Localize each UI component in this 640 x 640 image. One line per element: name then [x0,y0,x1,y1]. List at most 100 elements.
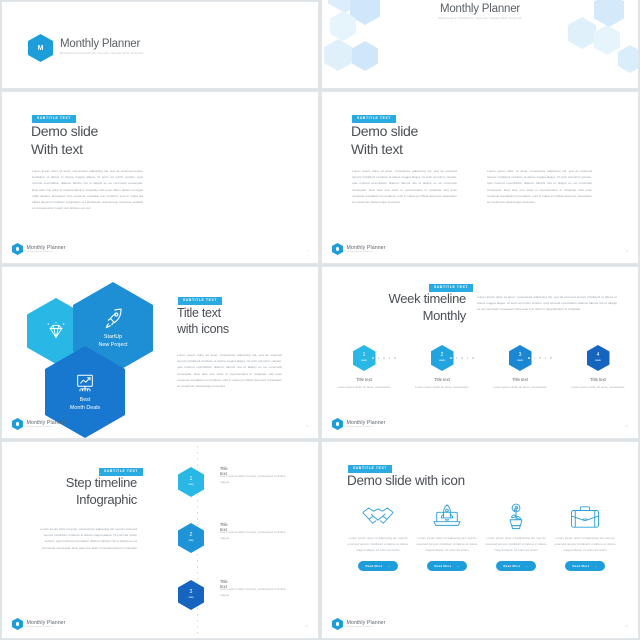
slide-week-timeline[interactable]: SUBTITLE TEXT Week timeline Monthly Lore… [321,266,639,439]
timeline-step[interactable]: 1 step Title text Lorem ipsum dolor sit … [178,466,286,497]
read-more-button[interactable]: Read More → [496,560,536,572]
step-unit: step [188,483,194,487]
lead-paragraph: Lorem ipsum dolor sit amet, consectetur … [477,295,617,312]
footer-logo-hexagon [12,618,23,630]
footer-brand-name: Monthly Planner [346,244,386,251]
cover-tagline: Multipurpose PowerPoint, Keynote, Google… [438,17,522,20]
hex-label-line-2: Month Deals [69,404,101,411]
step-number: 1 [189,476,193,483]
read-more-button[interactable]: Read More → [565,560,605,572]
button-label: Read More [503,564,521,569]
page-title: Week timeline Monthly [322,291,466,325]
footer-brand-name: Monthly Planner [346,619,386,626]
timeline-step[interactable]: 4 week Title text Lorem ipsum dolor sit … [560,345,636,390]
decorative-hexagon [594,25,620,55]
body-paragraph-right: Lorem ipsum dolor sit amet, consectetur … [487,169,592,205]
title-line-1: Step timeline [65,475,138,490]
timeline-step[interactable]: 2 step Title text Lorem ipsum dolor sit … [178,522,286,553]
body-paragraph: Lorem ipsum dolor sit amet, consectetur … [177,353,282,389]
footer-tagline: Multipurpose Template [346,626,373,629]
card-description: Lorem ipsum dolor sit adipiscing elit, s… [347,536,409,552]
step-description: Lorem ipsum dolor sit amet, consectetur … [220,587,286,597]
slide-step-timeline[interactable]: SUBTITLE TEXT Step timeline Infographic … [1,441,319,639]
title-line-2: Infographic [75,491,137,507]
icon-card[interactable]: Lorem ipsum dolor sit adipiscing elit, s… [347,502,409,572]
timeline-step[interactable]: 2 week Title text Lorem ipsum dolor sit … [404,345,480,390]
step-hexagon: 2 step [178,523,204,553]
decorative-hexagon [568,17,596,49]
decorative-hexagon [324,39,352,71]
read-more-button[interactable]: Read More → [427,560,467,572]
laptop-rocket-icon [416,502,478,532]
step-unit: week [361,359,367,363]
cover-title-block: Monthly Planner Multipurpose PowerPoint,… [322,3,638,20]
step-unit: step [188,596,194,600]
timeline-step[interactable]: 1 week Title text Lorem ipsum dolor sit … [326,345,402,390]
footer-brand-name: Monthly Planner [346,419,386,426]
diamond-icon [47,322,65,339]
title-line-1: Demo slide [351,123,419,139]
footer-brand-name: Monthly Planner [26,419,66,426]
footer-brand-name: Monthly Planner [26,244,66,251]
title-line-2: Monthly [422,307,467,323]
step-number: 2 [189,532,193,539]
footer-tagline: Multipurpose Template [346,251,373,254]
card-description: Lorem ipsum dolor sit adipiscing elit, s… [416,536,478,552]
title-line-2: With text [31,140,83,157]
arrow-icon: → [456,564,460,569]
title-line-1: Demo slide [31,123,99,139]
slide-cover-hexagons[interactable]: Monthly Planner Multipurpose PowerPoint,… [321,0,639,89]
brand-logo-hexagon: M [28,34,53,62]
page-title: Demo slide With text [351,123,418,159]
hex-label-line-1: StartUp [103,333,123,340]
step-description: Lorem ipsum dolor sit amet, consectetur [337,384,391,389]
page-title: Step timeline Infographic [2,475,138,509]
timeline-step[interactable]: 3 week Title text Lorem ipsum dolor sit … [482,345,558,390]
icon-card[interactable]: Lorem ipsum dolor sit adipiscing elit, s… [416,502,478,572]
step-description: Lorem ipsum dolor sit amet, consectetur [493,384,547,389]
title-line-2: With text [351,140,403,157]
slide-demo-two-column[interactable]: SUBTITLE TEXT Demo slide With text Lorem… [321,91,639,264]
footer-brand-name: Monthly Planner [26,619,66,626]
icon-card[interactable]: Lorem ipsum dolor sit adipiscing elit, s… [554,502,616,572]
slide-demo-with-icons[interactable]: SUBTITLE TEXT Demo slide with icon Lorem… [321,441,639,639]
step-title: Title text [356,377,372,382]
body-paragraph-left: Lorem ipsum dolor sit amet, consectetur … [352,169,457,205]
page-title: Demo slide With text [31,123,98,159]
footer-tagline: Multipurpose Template [26,426,53,429]
step-number: 2 [440,352,444,359]
decorative-hexagon [618,45,638,73]
step-unit: week [439,359,445,363]
cover-title-block: Monthly Planner Multipurpose PowerPoint,… [60,38,143,55]
icon-card[interactable]: Lorem ipsum dolor sit adipiscing elit, s… [485,502,547,572]
step-description: Lorem ipsum dolor sit amet, consectetur … [220,474,286,484]
step-hexagon: 1 step [178,467,204,497]
timeline-step[interactable]: 3 step Title text Lorem ipsum dolor sit … [178,579,286,610]
step-number: 4 [596,352,600,359]
lead-paragraph: Lorem ipsum dolor sit amet, consectetur … [40,527,137,550]
slide-footer: Monthly Planner Multipurpose Template [332,618,386,630]
step-description: Lorem ipsum dolor sit amet, consectetur [415,384,469,389]
footer-tagline: Multipurpose Template [346,426,373,429]
title-line-2: with icons [177,322,229,337]
timeline-connector [450,357,474,359]
step-title: Title text [590,377,606,382]
read-more-button[interactable]: Read More → [358,560,398,572]
title-line-1: Title text [177,306,221,320]
slide-demo-one-column[interactable]: SUBTITLE TEXT Demo slide With text Lorem… [1,91,319,264]
step-title: Title text [512,377,528,382]
slide-footer: Monthly Planner Multipurpose Template [12,418,66,430]
button-label: Read More [572,564,590,569]
rocket-icon [105,308,122,328]
footer-logo-hexagon [332,418,343,430]
slide-cover[interactable]: M Monthly Planner Multipurpose PowerPoin… [1,1,319,89]
slide-title-with-icons[interactable]: StartUp New Project Best Month Deals SUB… [1,266,319,439]
step-unit: week [517,359,523,363]
cover-tagline: Multipurpose PowerPoint, Keynote, Google… [60,52,144,55]
timeline-connector [372,357,396,359]
arrow-icon: → [387,564,391,569]
chart-board-icon [77,374,93,391]
handshake-icon [347,502,409,532]
footer-logo-hexagon [332,618,343,630]
step-unit: week [595,359,601,363]
